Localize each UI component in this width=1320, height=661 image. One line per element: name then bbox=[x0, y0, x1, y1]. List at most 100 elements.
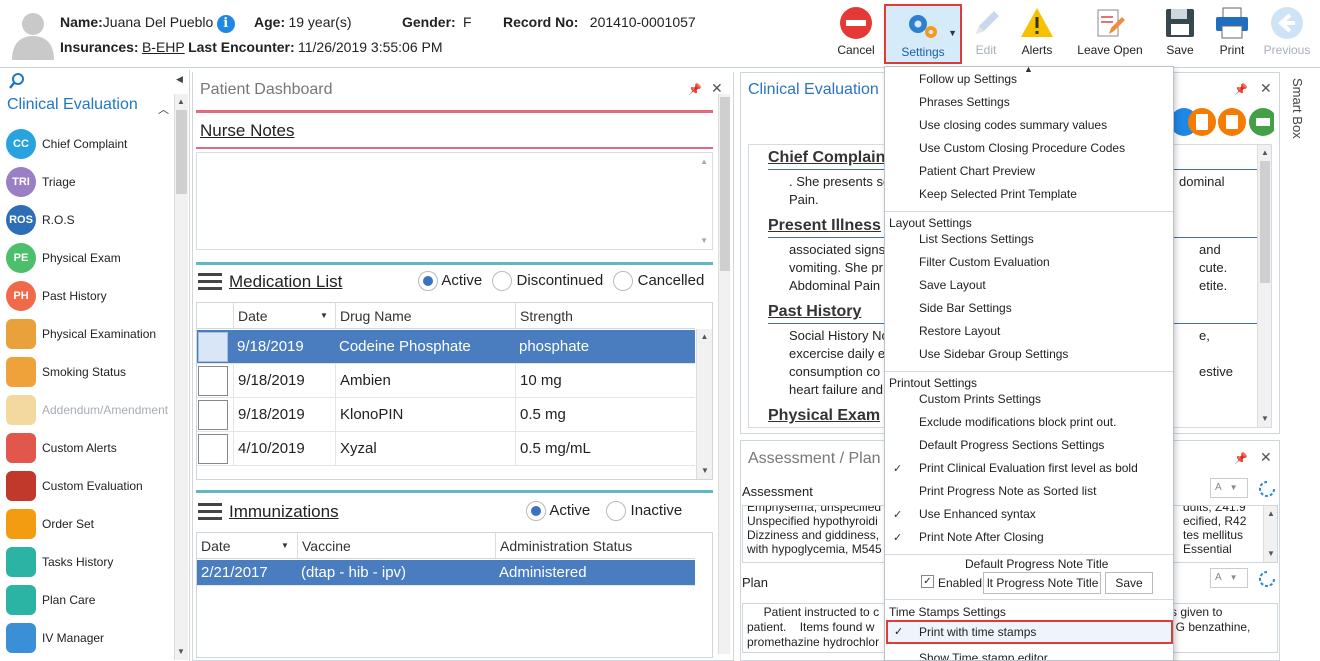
menu-item-print-progress-note-as-sorted-list[interactable]: Print Progress Note as Sorted list bbox=[919, 484, 1096, 498]
menu-item-follow-up-settings[interactable]: Follow up Settings bbox=[919, 72, 1017, 86]
sidebar-item-smoking-status[interactable]: Smoking Status bbox=[6, 355, 176, 389]
nurse-notes-textarea[interactable]: ▲ ▼ bbox=[196, 152, 713, 250]
pin-icon[interactable]: 📌 bbox=[1234, 452, 1248, 465]
sidebar-item-chief-complaint[interactable]: CC Chief Complaint bbox=[6, 127, 176, 161]
text-format-dropdown[interactable]: A ▼ bbox=[1210, 478, 1248, 498]
sidebar-item-physical-exam[interactable]: PE Physical Exam bbox=[6, 241, 176, 275]
radio-discontinued[interactable] bbox=[492, 271, 513, 291]
col-admin-status[interactable]: Administration Status bbox=[495, 533, 695, 558]
scroll-thumb[interactable] bbox=[176, 110, 187, 194]
menu-item-custom-prints-settings[interactable]: Custom Prints Settings bbox=[919, 392, 1041, 406]
row-checkbox[interactable] bbox=[198, 399, 228, 430]
sidebar-item-addendum-amendment[interactable]: Addendum/Amendment bbox=[6, 393, 176, 427]
menu-item-use-closing-codes-summary-values[interactable]: Use closing codes summary values bbox=[919, 118, 1107, 132]
menu-item-use-custom-closing-procedure-codes[interactable]: Use Custom Closing Procedure Codes bbox=[919, 141, 1125, 155]
menu-item-default-progress-sections-settings[interactable]: Default Progress Sections Settings bbox=[919, 438, 1104, 452]
menu-icon[interactable] bbox=[198, 503, 222, 521]
clinical-scrollbar[interactable]: ▲ ▼ bbox=[1257, 145, 1271, 427]
radio-active[interactable] bbox=[526, 501, 546, 521]
save-button[interactable]: Save bbox=[1160, 6, 1200, 64]
sidebar-item-custom-alerts[interactable]: Custom Alerts bbox=[6, 431, 176, 465]
table-row[interactable]: 9/18/2019 KlonoPIN 0.5 mg bbox=[197, 398, 695, 432]
row-checkbox[interactable] bbox=[198, 365, 228, 396]
progress-note-title-input[interactable]: lt Progress Note Title bbox=[983, 572, 1101, 594]
scroll-down-icon[interactable]: ▼ bbox=[175, 646, 187, 658]
menu-item-side-bar-settings[interactable]: Side Bar Settings bbox=[919, 301, 1012, 315]
sidebar-item-iv-manager[interactable]: IV Manager bbox=[6, 621, 176, 655]
scroll-thumb[interactable] bbox=[1260, 161, 1270, 283]
sort-desc-icon[interactable]: ▼ bbox=[320, 311, 328, 320]
table-row[interactable]: 4/10/2019 Xyzal 0.5 mg/mL bbox=[197, 432, 695, 466]
collapse-sidebar-icon[interactable]: ◀ bbox=[176, 74, 183, 85]
radio-cancelled[interactable] bbox=[613, 271, 634, 291]
menu-item-use-enhanced-syntax[interactable]: Use Enhanced syntax bbox=[919, 507, 1036, 521]
pin-icon[interactable]: 📌 bbox=[1234, 83, 1248, 96]
scroll-up-icon[interactable]: ▲ bbox=[700, 157, 708, 166]
menu-icon[interactable] bbox=[198, 273, 222, 291]
table-row[interactable]: 9/18/2019 Codeine Phosphate phosphate bbox=[197, 330, 695, 364]
menu-scroll-up-icon[interactable]: ▲ bbox=[1024, 64, 1033, 74]
menu-item-patient-chart-preview[interactable]: Patient Chart Preview bbox=[919, 164, 1035, 178]
menu-item-phrases-settings[interactable]: Phrases Settings bbox=[919, 95, 1010, 109]
col-drug-name[interactable]: Drug Name bbox=[335, 303, 513, 328]
sidebar-item-physical-examination[interactable]: Physical Examination bbox=[6, 317, 176, 351]
text-format-dropdown[interactable]: A ▼ bbox=[1210, 568, 1248, 588]
assessment-scrollbar[interactable]: ▲ ▼ bbox=[1263, 506, 1277, 562]
sidebar-item-tasks-history[interactable]: Tasks History bbox=[6, 545, 176, 579]
table-row[interactable]: 2/21/2017 (dtap - hib - ipv) Administere… bbox=[197, 560, 695, 586]
print-time-stamps-highlight[interactable]: ✓ Print with time stamps bbox=[886, 620, 1173, 644]
menu-item-print-clinical-evaluation-first-level-as-bold[interactable]: Print Clinical Evaluation first level as… bbox=[919, 461, 1138, 475]
scroll-down-icon[interactable]: ▼ bbox=[699, 465, 711, 477]
progress-title-save-button[interactable]: Save bbox=[1105, 572, 1153, 594]
refresh-icon[interactable] bbox=[1256, 568, 1278, 590]
section-past-history[interactable]: Past History bbox=[768, 303, 861, 321]
leave-open-button[interactable]: Leave Open bbox=[1074, 6, 1146, 64]
row-checkbox[interactable] bbox=[198, 331, 228, 362]
medication-scrollbar[interactable]: ▲ ▼ bbox=[696, 329, 712, 479]
alerts-button[interactable]: Alerts bbox=[1014, 6, 1060, 64]
scroll-up-icon[interactable]: ▲ bbox=[699, 331, 711, 343]
sort-desc-icon[interactable]: ▼ bbox=[281, 541, 289, 550]
refresh-icon[interactable] bbox=[1256, 478, 1278, 500]
menu-item-filter-custom-evaluation[interactable]: Filter Custom Evaluation bbox=[919, 255, 1050, 269]
insurance-link[interactable]: B-EHP bbox=[142, 39, 185, 55]
section-chief-complaint[interactable]: Chief Complaint bbox=[768, 149, 891, 167]
dashboard-scrollbar[interactable] bbox=[718, 94, 730, 654]
col-strength[interactable]: Strength bbox=[515, 303, 695, 328]
scroll-down-icon[interactable]: ▼ bbox=[700, 236, 708, 245]
col-date[interactable]: Date ▼ bbox=[233, 303, 333, 328]
settings-dropdown-arrow-icon[interactable]: ▼ bbox=[948, 28, 957, 38]
menu-item-list-sections-settings[interactable]: List Sections Settings bbox=[919, 232, 1034, 246]
sidebar-item-r-o-s[interactable]: ROS R.O.S bbox=[6, 203, 176, 237]
scroll-down-icon[interactable]: ▼ bbox=[1265, 548, 1277, 560]
previous-button[interactable]: Previous bbox=[1262, 6, 1312, 64]
sidebar-item-custom-evaluation[interactable]: Custom Evaluation bbox=[6, 469, 176, 503]
sidebar-item-plan-care[interactable]: Plan Care bbox=[6, 583, 176, 617]
close-clinical-icon[interactable]: ✕ bbox=[1260, 80, 1272, 97]
radio-inactive[interactable] bbox=[606, 501, 627, 521]
sidebar-item-past-history[interactable]: PH Past History bbox=[6, 279, 176, 313]
scroll-up-icon[interactable]: ▲ bbox=[175, 96, 187, 108]
menu-item-print-note-after-closing[interactable]: Print Note After Closing bbox=[919, 530, 1044, 544]
enabled-checkbox[interactable]: ✓ bbox=[921, 575, 934, 588]
sidebar-item-triage[interactable]: TRI Triage bbox=[6, 165, 176, 199]
scroll-thumb[interactable] bbox=[720, 97, 730, 271]
show-time-stamp-editor-item[interactable]: Show Time stamp editor bbox=[919, 651, 1048, 660]
sidebar-scrollbar[interactable]: ▲ ▼ bbox=[174, 94, 188, 660]
scroll-up-icon[interactable]: ▲ bbox=[1259, 147, 1271, 159]
menu-item-restore-layout[interactable]: Restore Layout bbox=[919, 324, 1000, 338]
scroll-up-icon[interactable]: ▲ bbox=[1265, 508, 1277, 520]
row-checkbox[interactable] bbox=[198, 433, 228, 464]
info-icon[interactable]: i bbox=[216, 14, 235, 33]
scroll-down-icon[interactable]: ▼ bbox=[1259, 413, 1271, 425]
col-date[interactable]: Date ▼ bbox=[197, 533, 295, 558]
close-assessment-icon[interactable]: ✕ bbox=[1260, 449, 1272, 466]
sidebar-item-order-set[interactable]: Order Set bbox=[6, 507, 176, 541]
section-physical-exam[interactable]: Physical Exam bbox=[768, 407, 880, 425]
menu-item-use-sidebar-group-settings[interactable]: Use Sidebar Group Settings bbox=[919, 347, 1068, 361]
search-icon[interactable] bbox=[8, 72, 26, 90]
menu-item-exclude-modifications-block-print-out-[interactable]: Exclude modifications block print out. bbox=[919, 415, 1116, 429]
col-vaccine[interactable]: Vaccine bbox=[297, 533, 493, 558]
pin-icon[interactable]: 📌 bbox=[688, 83, 702, 96]
table-row[interactable] bbox=[197, 466, 695, 479]
